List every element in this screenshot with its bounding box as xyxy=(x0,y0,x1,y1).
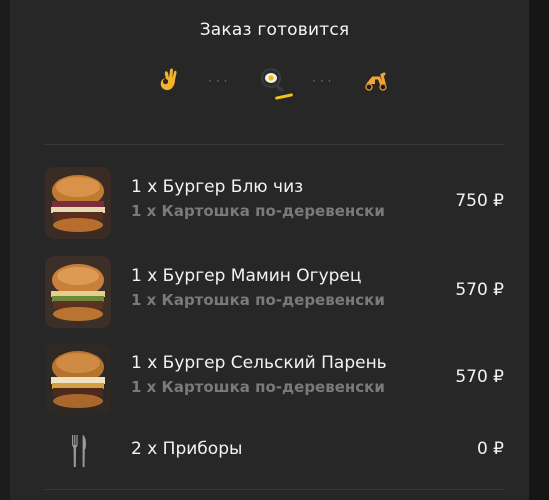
item-price: 750 ₽ xyxy=(455,191,504,211)
burger-photo xyxy=(45,167,111,239)
fork-knife-icon xyxy=(72,435,86,467)
burger-photo-icon xyxy=(45,256,111,328)
item-side: 1 x Картошка по-деревенски xyxy=(131,291,385,309)
item-price: 570 ₽ xyxy=(455,280,504,300)
active-step-indicator xyxy=(274,93,294,100)
item-name: 1 x Бургер Мамин Огурец xyxy=(131,266,362,286)
cutlery-price: 0 ₽ xyxy=(476,439,504,459)
ok-hand-icon xyxy=(160,68,177,91)
order-screen: Заказ готовится ··· ··· 1 x Бургер Блю ч… xyxy=(0,0,549,500)
item-side: 1 x Картошка по-деревенски xyxy=(131,378,385,396)
order-item: 1 x Бургер Блю чиз 1 x Картошка по-дерев… xyxy=(45,167,504,239)
item-name: 1 x Бургер Сельский Парень xyxy=(131,353,387,373)
divider xyxy=(45,144,504,145)
background-strip xyxy=(529,0,549,500)
divider xyxy=(45,489,504,490)
order-status-title: Заказ готовится xyxy=(199,20,350,40)
progress-dots: ··· xyxy=(208,74,232,88)
progress-dots: ··· xyxy=(312,74,336,88)
cutlery-row: 2 x Приборы 0 ₽ xyxy=(45,431,504,471)
burger-photo-icon xyxy=(45,343,111,415)
order-item: 1 x Бургер Мамин Огурец 1 x Картошка по-… xyxy=(45,256,504,328)
burger-photo xyxy=(45,343,111,415)
cutlery-name: 2 x Приборы xyxy=(131,439,243,459)
item-side: 1 x Картошка по-деревенски xyxy=(131,202,385,220)
item-price: 570 ₽ xyxy=(455,367,504,387)
burger-photo-icon xyxy=(45,167,111,239)
burger-photo xyxy=(45,256,111,328)
order-item: 1 x Бургер Сельский Парень 1 x Картошка … xyxy=(45,343,504,415)
order-progress-steps: ··· ··· xyxy=(150,62,400,102)
item-name: 1 x Бургер Блю чиз xyxy=(131,177,304,197)
scooter-icon xyxy=(365,72,387,91)
frying-pan-icon xyxy=(261,68,284,92)
